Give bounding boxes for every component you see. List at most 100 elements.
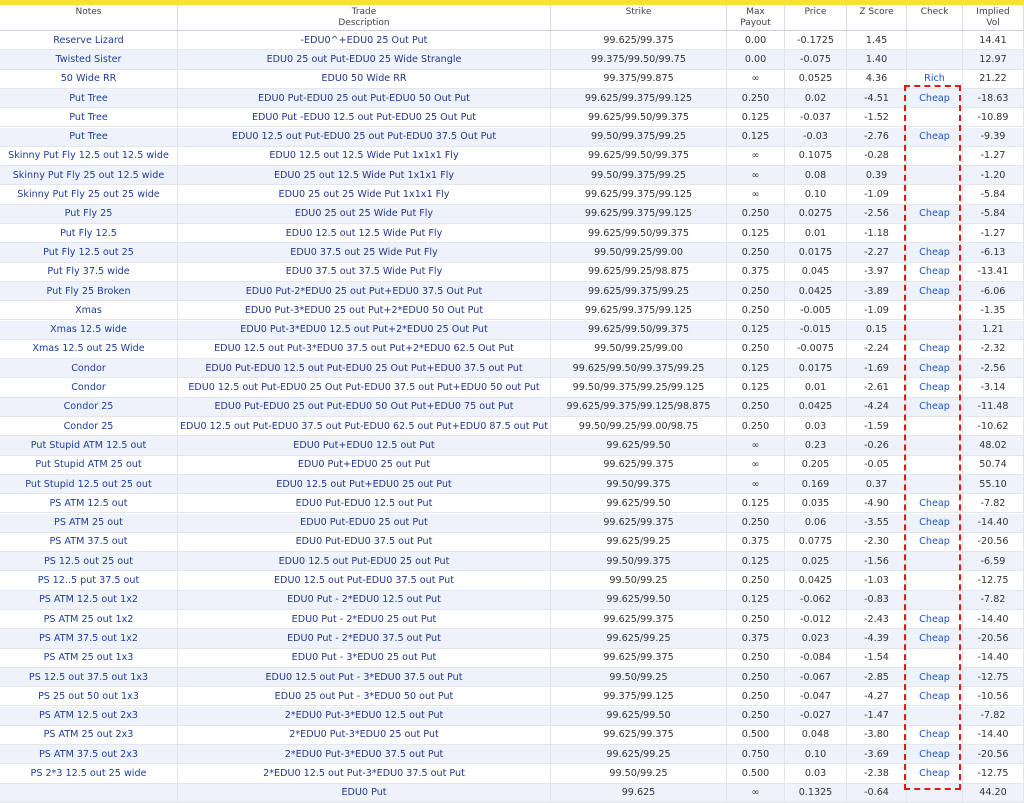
cell-trade-description: EDU0 Put-EDU0 12.5 out Put	[178, 494, 551, 513]
cell-trade-description: EDU0 Put - 3*EDU0 25 out Put	[178, 648, 551, 667]
table-row[interactable]: Skinny Put Fly 25 out 25 wide EDU0 25 out…	[0, 185, 1024, 205]
cell-strike: 99.625/99.375/99.125	[551, 185, 727, 204]
cell-z-score: -1.18	[847, 224, 907, 243]
table-row[interactable]: Put Stupid ATM 25 out EDU0 Put+EDU0 25 ou…	[0, 455, 1024, 475]
cell-max-payout: 0.375	[727, 629, 785, 648]
header-trade-description[interactable]: Trade Description	[178, 5, 551, 31]
table-row[interactable]: Put Tree EDU0 12.5 out Put-EDU0 25 out Pu…	[0, 127, 1024, 147]
table-row[interactable]: PS 2*3 12.5 out 25 wide 2*EDU0 12.5 out P…	[0, 764, 1024, 784]
table-row[interactable]: Condor EDU0 12.5 out Put-EDU0 25 Out Put-…	[0, 378, 1024, 398]
cell-check: Cheap	[907, 532, 963, 552]
table-row[interactable]: Twisted Sister EDU0 25 out Put-EDU0 25 Wi…	[0, 50, 1024, 70]
cell-trade-description: EDU0 12.5 out Put-EDU0 25 out Put	[178, 552, 551, 571]
table-row[interactable]: PS 12.5 out 25 out EDU0 12.5 out Put-EDU0…	[0, 552, 1024, 572]
table-row[interactable]: Skinny Put Fly 12.5 out 12.5 wide EDU0 12…	[0, 146, 1024, 167]
table-row[interactable]: PS 12..5 put 37.5 out EDU0 12.5 out Put-E…	[0, 571, 1024, 591]
cell-implied-vol: -12.75	[963, 667, 1024, 687]
cell-strike: 99.625/99.50	[551, 436, 727, 455]
cell-notes: PS ATM 12.5 out	[0, 494, 178, 513]
table-row[interactable]: Put Tree EDU0 Put-EDU0 25 out Put-EDU0 50…	[0, 88, 1024, 109]
header-implied-vol[interactable]: Implied Vol	[963, 5, 1024, 31]
cell-check: Cheap	[907, 262, 963, 281]
table-row[interactable]: Condor 25 EDU0 Put-EDU0 25 out Put-EDU0 5…	[0, 397, 1024, 417]
cell-notes: Put Stupid ATM 25 out	[0, 455, 178, 474]
cell-trade-description: 2*EDU0 Put-3*EDU0 12.5 out Put	[178, 706, 551, 725]
table-row[interactable]: PS ATM 37.5 out 2x3 2*EDU0 Put-3*EDU0 37.…	[0, 745, 1024, 765]
cell-implied-vol: -7.82	[963, 494, 1024, 513]
table-row[interactable]: PS ATM 25 out EDU0 Put-EDU0 25 out Put 99.…	[0, 513, 1024, 533]
table-row[interactable]: Put Fly 12.5 EDU0 12.5 out 12.5 Wide Put …	[0, 224, 1024, 244]
table-row[interactable]: PS ATM 37.5 out EDU0 Put-EDU0 37.5 out Pu…	[0, 532, 1024, 553]
table-row[interactable]: Put Fly 37.5 wide EDU0 37.5 out 37.5 Wide…	[0, 262, 1024, 282]
table-row[interactable]: 50 Wide RR EDU0 50 Wide RR 99.375/99.875 ∞ 0…	[0, 69, 1024, 89]
cell-check	[907, 571, 963, 590]
table-row[interactable]: PS 25 out 50 out 1x3 EDU0 25 out Put - 3*…	[0, 687, 1024, 707]
cell-max-payout: 0.375	[727, 262, 785, 281]
cell-max-payout: 0.250	[727, 648, 785, 667]
cell-check: Cheap	[907, 281, 963, 301]
table-row[interactable]: Put Stupid ATM 12.5 out EDU0 Put+EDU0 12.…	[0, 436, 1024, 456]
table-row[interactable]: PS ATM 12.5 out 2x3 2*EDU0 Put-3*EDU0 12.…	[0, 706, 1024, 726]
cell-implied-vol: 14.41	[963, 31, 1024, 50]
table-row[interactable]: Put Tree EDU0 Put -EDU0 12.5 out Put-EDU0…	[0, 108, 1024, 128]
cell-max-payout: 0.125	[727, 494, 785, 513]
header-notes[interactable]: Notes	[0, 5, 178, 31]
cell-trade-description: EDU0 12.5 out Put-3*EDU0 37.5 out Put+2*…	[178, 339, 551, 359]
cell-strike: 99.625/99.375	[551, 455, 727, 474]
cell-price: -0.062	[785, 590, 847, 609]
cell-max-payout: 0.125	[727, 320, 785, 339]
cell-z-score: -3.69	[847, 745, 907, 764]
cell-z-score: -2.30	[847, 532, 907, 552]
table-row[interactable]: PS 12.5 out 37.5 out 1x3 EDU0 12.5 out Pu…	[0, 667, 1024, 688]
cell-notes: Reserve Lizard	[0, 31, 178, 50]
table-row[interactable]: Condor EDU0 Put-EDU0 12.5 out Put-EDU0 25…	[0, 359, 1024, 379]
cell-z-score: -2.27	[847, 243, 907, 262]
table-row[interactable]: Skinny Put Fly 25 out 12.5 wide EDU0 25 o…	[0, 166, 1024, 186]
cell-max-payout: ∞	[727, 166, 785, 185]
cell-max-payout: 0.00	[727, 31, 785, 50]
table-row[interactable]: Xmas 12.5 out 25 Wide EDU0 12.5 out Put-3…	[0, 339, 1024, 360]
table-row[interactable]: Put Fly 25 EDU0 25 out 25 Wide Put Fly 99.…	[0, 204, 1024, 224]
cell-z-score: -1.47	[847, 706, 907, 725]
cell-trade-description: EDU0 Put-EDU0 25 out Put	[178, 513, 551, 532]
cell-max-payout: ∞	[727, 474, 785, 494]
cell-z-score: -4.24	[847, 397, 907, 416]
table-row[interactable]: PS ATM 25 out 1x2 EDU0 Put - 2*EDU0 25 ou…	[0, 610, 1024, 630]
table-row[interactable]: PS ATM 12.5 out EDU0 Put-EDU0 12.5 out Pu…	[0, 494, 1024, 514]
cell-strike: 99.625/99.50/99.375	[551, 108, 727, 127]
cell-z-score: -1.09	[847, 185, 907, 204]
header-price[interactable]: Price	[785, 5, 847, 31]
header-max-payout[interactable]: Max Payout	[727, 5, 785, 31]
table-row[interactable]: Put Fly 12.5 out 25 EDU0 37.5 out 25 Wide…	[0, 243, 1024, 263]
table-row[interactable]: Reserve Lizard -EDU0^+EDU0 25 Out Put 99.6…	[0, 31, 1024, 51]
table-row[interactable]: PS ATM 37.5 out 1x2 EDU0 Put - 2*EDU0 37.…	[0, 629, 1024, 649]
header-z-score[interactable]: Z Score	[847, 5, 907, 31]
cell-check: Cheap	[907, 764, 963, 783]
cell-max-payout: ∞	[727, 455, 785, 474]
table-row[interactable]: Put Stupid 12.5 out 25 out EDU0 12.5 out …	[0, 474, 1024, 495]
cell-implied-vol: -13.41	[963, 262, 1024, 281]
cell-notes: PS ATM 12.5 out 1x2	[0, 590, 178, 609]
table-row[interactable]: PS ATM 25 out 2x3 2*EDU0 Put-3*EDU0 25 ou…	[0, 725, 1024, 746]
table-row[interactable]: PS ATM 25 out 1x3 EDU0 Put - 3*EDU0 25 ou…	[0, 648, 1024, 668]
table-row[interactable]: Put Fly 25 Broken EDU0 Put-2*EDU0 25 out …	[0, 281, 1024, 302]
table-row[interactable]: Condor 25 EDU0 12.5 out Put-EDU0 37.5 out…	[0, 417, 1024, 437]
table-row[interactable]: Xmas EDU0 Put-3*EDU0 25 out Put+2*EDU0 50…	[0, 301, 1024, 321]
header-strike[interactable]: Strike	[551, 5, 727, 31]
cell-max-payout: 0.125	[727, 378, 785, 397]
cell-strike: 99.50/99.25/99.00/98.75	[551, 417, 727, 436]
table-row[interactable]: Xmas 12.5 wide EDU0 Put-3*EDU0 12.5 out P…	[0, 320, 1024, 340]
cell-max-payout: 0.250	[727, 571, 785, 590]
cell-implied-vol: 21.22	[963, 69, 1024, 88]
header-check[interactable]: Check	[907, 5, 963, 31]
cell-strike: 99.50/99.375	[551, 552, 727, 571]
cell-price: -0.005	[785, 301, 847, 320]
table-row[interactable]: PS ATM 12.5 out 1x2 EDU0 Put - 2*EDU0 12.…	[0, 590, 1024, 610]
cell-implied-vol: -9.39	[963, 127, 1024, 146]
cell-max-payout: 0.250	[727, 417, 785, 436]
table-row[interactable]: EDU0 Put 99.625 ∞ 0.1325 -0.64 44.20	[0, 783, 1024, 803]
cell-strike: 99.625/99.375/99.125/98.875	[551, 397, 727, 416]
cell-max-payout: 0.250	[727, 513, 785, 532]
cell-check: Rich	[907, 69, 963, 88]
cell-check	[907, 436, 963, 455]
